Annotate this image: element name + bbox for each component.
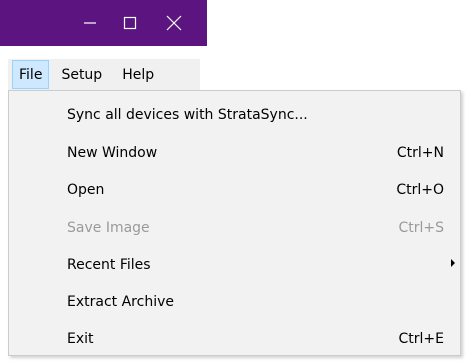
menu-item-new-window[interactable]: New Window Ctrl+N xyxy=(9,134,460,171)
menu-item-sync-stratasync[interactable]: Sync all devices with StrataSync... xyxy=(9,96,460,133)
menu-item-label: Recent Files xyxy=(67,256,151,273)
menu-item-label: Extract Archive xyxy=(67,293,174,310)
menu-item-label: New Window xyxy=(67,144,158,161)
menu-file[interactable]: File xyxy=(12,60,50,89)
minimize-icon xyxy=(84,22,96,24)
menu-item-label: Exit xyxy=(67,330,94,347)
menu-item-shortcut: Ctrl+O xyxy=(396,181,444,198)
close-icon xyxy=(166,15,182,31)
menu-item-label: Save Image xyxy=(67,219,150,236)
title-bar xyxy=(0,0,207,46)
menu-item-shortcut: Ctrl+E xyxy=(398,330,445,347)
menu-item-exit[interactable]: Exit Ctrl+E xyxy=(9,320,460,357)
menu-item-extract-archive[interactable]: Extract Archive xyxy=(9,283,460,320)
maximize-button[interactable] xyxy=(108,0,152,46)
submenu-arrow-icon xyxy=(451,259,455,267)
close-button[interactable] xyxy=(152,0,196,46)
menu-help[interactable]: Help xyxy=(114,60,162,89)
file-menu-dropdown: Sync all devices with StrataSync... New … xyxy=(8,90,461,356)
app-window: File Setup Help Sync all devices with St… xyxy=(0,0,469,363)
menu-bar: File Setup Help xyxy=(8,59,200,90)
menu-item-label: Open xyxy=(67,181,105,198)
menu-item-shortcut: Ctrl+N xyxy=(396,144,444,161)
menu-item-save-image: Save Image Ctrl+S xyxy=(9,209,460,246)
menu-item-shortcut: Ctrl+S xyxy=(398,219,444,236)
minimize-button[interactable] xyxy=(68,0,112,46)
menu-setup[interactable]: Setup xyxy=(53,60,110,89)
maximize-icon xyxy=(123,16,137,30)
menu-item-recent-files[interactable]: Recent Files xyxy=(9,246,460,283)
menu-item-label: Sync all devices with StrataSync... xyxy=(67,106,308,123)
menu-item-open[interactable]: Open Ctrl+O xyxy=(9,171,460,208)
